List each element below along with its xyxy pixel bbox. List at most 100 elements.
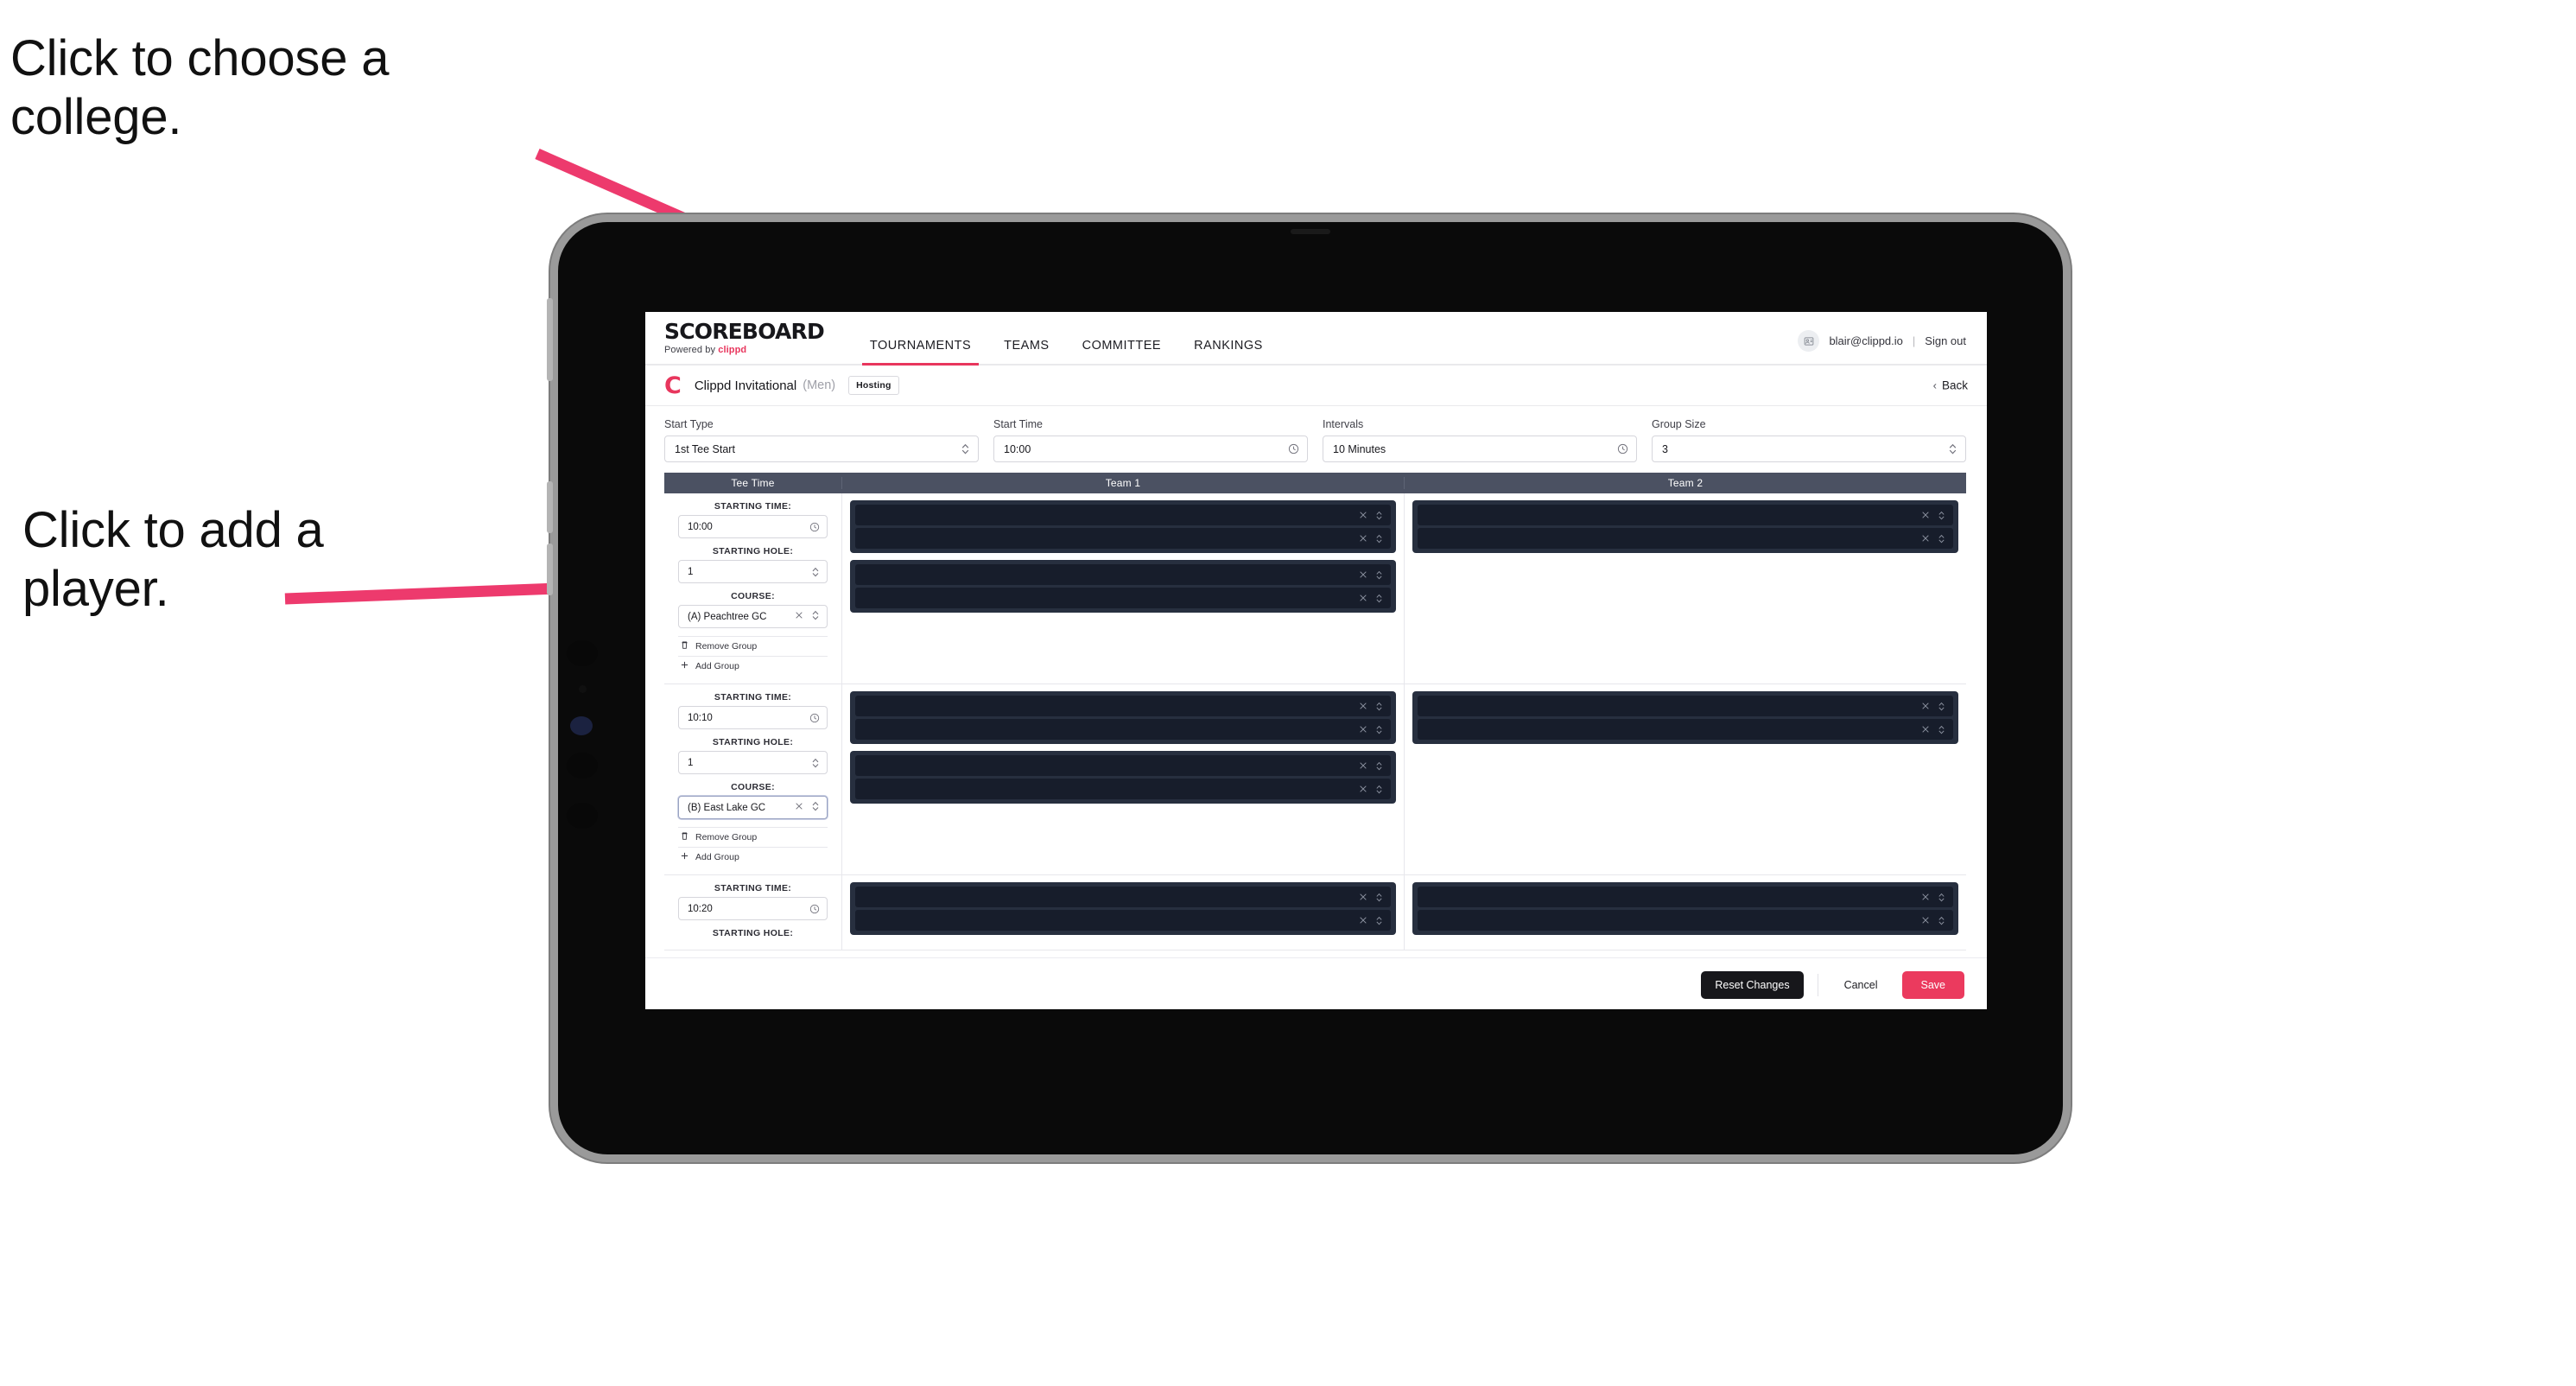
team-1-cell xyxy=(842,875,1405,950)
player-slot[interactable] xyxy=(1418,910,1953,931)
x-icon[interactable] xyxy=(795,802,803,813)
chevron-updown-icon[interactable] xyxy=(1938,724,1945,735)
start-type-select[interactable]: 1st Tee Start xyxy=(664,436,979,462)
nav-item-teams[interactable]: TEAMS xyxy=(987,339,1065,364)
player-slot[interactable] xyxy=(855,910,1391,931)
tablet-device-frame: SCOREBOARD Powered by clippd TOURNAMENTS… xyxy=(547,214,2071,1162)
player-slot[interactable] xyxy=(1418,719,1953,740)
save-button[interactable]: Save xyxy=(1901,970,1964,999)
x-icon[interactable] xyxy=(1359,785,1367,793)
x-icon[interactable] xyxy=(1359,761,1367,770)
starting-time-value: 10:10 xyxy=(688,712,713,723)
x-icon[interactable] xyxy=(1359,725,1367,734)
tournament-gender: (Men) xyxy=(803,378,836,392)
player-group-card xyxy=(850,882,1396,935)
x-icon[interactable] xyxy=(1921,702,1930,710)
volume-down-button[interactable] xyxy=(547,544,553,595)
volume-up-button[interactable] xyxy=(547,481,553,533)
tee-sheet-table: Tee Time Team 1 Team 2 STARTING TIME: 10… xyxy=(645,473,1987,957)
player-slot[interactable] xyxy=(855,719,1391,740)
intervals-input[interactable]: 10 Minutes xyxy=(1323,436,1637,462)
x-icon[interactable] xyxy=(795,611,803,622)
x-icon[interactable] xyxy=(1359,534,1367,543)
nav-item-rankings[interactable]: RANKINGS xyxy=(1177,339,1279,364)
tee-time-cell: STARTING TIME: 10:10 STARTING HOLE: 1 CO… xyxy=(664,684,842,874)
starting-hole-input[interactable]: 1 xyxy=(678,560,828,583)
x-icon[interactable] xyxy=(1359,511,1367,519)
chevron-updown-icon[interactable] xyxy=(1375,915,1383,926)
add-group-button[interactable]: Add Group xyxy=(678,656,828,676)
table-body[interactable]: STARTING TIME: 10:00 STARTING HOLE: 1 CO… xyxy=(664,493,1966,957)
x-icon[interactable] xyxy=(1359,916,1367,925)
starting-hole-input[interactable]: 1 xyxy=(678,751,828,774)
nav-item-tournaments[interactable]: TOURNAMENTS xyxy=(853,339,987,366)
nav-links: TOURNAMENTS TEAMS COMMITTEE RANKINGS xyxy=(853,312,1279,366)
chevron-updown-icon[interactable] xyxy=(1375,892,1383,903)
add-group-button[interactable]: Add Group xyxy=(678,847,828,867)
reset-changes-button[interactable]: Reset Changes xyxy=(1701,970,1804,999)
chevron-updown-icon[interactable] xyxy=(1938,915,1945,926)
chevron-updown-icon[interactable] xyxy=(1938,533,1945,544)
x-icon[interactable] xyxy=(1921,893,1930,901)
user-card-icon[interactable] xyxy=(1798,330,1820,352)
power-button[interactable] xyxy=(547,298,553,381)
player-slot[interactable] xyxy=(855,779,1391,799)
course-select[interactable]: (B) East Lake GC xyxy=(678,796,828,819)
chevron-updown-icon[interactable] xyxy=(1938,510,1945,521)
x-icon[interactable] xyxy=(1921,534,1930,543)
player-slot[interactable] xyxy=(1418,528,1953,549)
player-slot[interactable] xyxy=(855,528,1391,549)
account-separator: | xyxy=(1912,334,1916,347)
course-select[interactable]: (A) Peachtree GC xyxy=(678,605,828,628)
trash-icon xyxy=(680,640,689,652)
player-slot[interactable] xyxy=(855,755,1391,776)
player-slot[interactable] xyxy=(855,887,1391,907)
chevron-updown-icon[interactable] xyxy=(1375,760,1383,772)
group-size-select[interactable]: 3 xyxy=(1652,436,1966,462)
x-icon[interactable] xyxy=(1359,594,1367,602)
x-icon[interactable] xyxy=(1921,725,1930,734)
x-icon[interactable] xyxy=(1359,570,1367,579)
x-icon[interactable] xyxy=(1921,916,1930,925)
chevron-updown-icon[interactable] xyxy=(1375,593,1383,604)
back-link[interactable]: ‹ Back xyxy=(1933,379,1968,392)
plus-icon xyxy=(680,851,689,863)
scoreboard-logo[interactable]: SCOREBOARD Powered by clippd xyxy=(664,321,825,364)
x-icon[interactable] xyxy=(1921,511,1930,519)
chevron-updown-icon[interactable] xyxy=(1375,701,1383,712)
clock-icon xyxy=(809,522,820,532)
chevron-updown-icon[interactable] xyxy=(1375,784,1383,795)
chevron-updown-icon[interactable] xyxy=(1375,569,1383,581)
remove-group-button[interactable]: Remove Group xyxy=(678,636,828,656)
player-slot[interactable] xyxy=(855,696,1391,716)
group-size-value: 3 xyxy=(1662,442,1668,455)
chevron-updown-icon[interactable] xyxy=(1375,533,1383,544)
starting-time-input[interactable]: 10:00 xyxy=(678,515,828,538)
chevron-updown-icon[interactable] xyxy=(1375,724,1383,735)
table-row: STARTING TIME: 10:00 STARTING HOLE: 1 CO… xyxy=(664,493,1966,684)
team-1-cell xyxy=(842,684,1405,874)
player-slot[interactable] xyxy=(1418,887,1953,907)
app-viewport: SCOREBOARD Powered by clippd TOURNAMENTS… xyxy=(645,312,1987,1009)
chevron-updown-icon[interactable] xyxy=(1938,701,1945,712)
chevron-updown-icon[interactable] xyxy=(811,609,820,624)
chevron-updown-icon[interactable] xyxy=(811,800,820,815)
x-icon[interactable] xyxy=(1359,893,1367,901)
start-time-input[interactable]: 10:00 xyxy=(993,436,1308,462)
remove-group-button[interactable]: Remove Group xyxy=(678,827,828,847)
x-icon[interactable] xyxy=(1359,702,1367,710)
nav-item-committee[interactable]: COMMITTEE xyxy=(1066,339,1178,364)
starting-time-input[interactable]: 10:10 xyxy=(678,706,828,729)
chevron-updown-icon[interactable] xyxy=(1375,510,1383,521)
intervals-label: Intervals xyxy=(1323,418,1364,430)
player-slot[interactable] xyxy=(1418,505,1953,525)
player-slot[interactable] xyxy=(1418,696,1953,716)
cancel-button[interactable]: Cancel xyxy=(1832,971,1890,999)
player-slot[interactable] xyxy=(855,564,1391,585)
player-slot[interactable] xyxy=(855,505,1391,525)
remove-group-label: Remove Group xyxy=(695,641,758,652)
player-slot[interactable] xyxy=(855,588,1391,608)
starting-time-input[interactable]: 10:20 xyxy=(678,897,828,920)
sign-out-link[interactable]: Sign out xyxy=(1925,334,1966,347)
chevron-updown-icon[interactable] xyxy=(1938,892,1945,903)
